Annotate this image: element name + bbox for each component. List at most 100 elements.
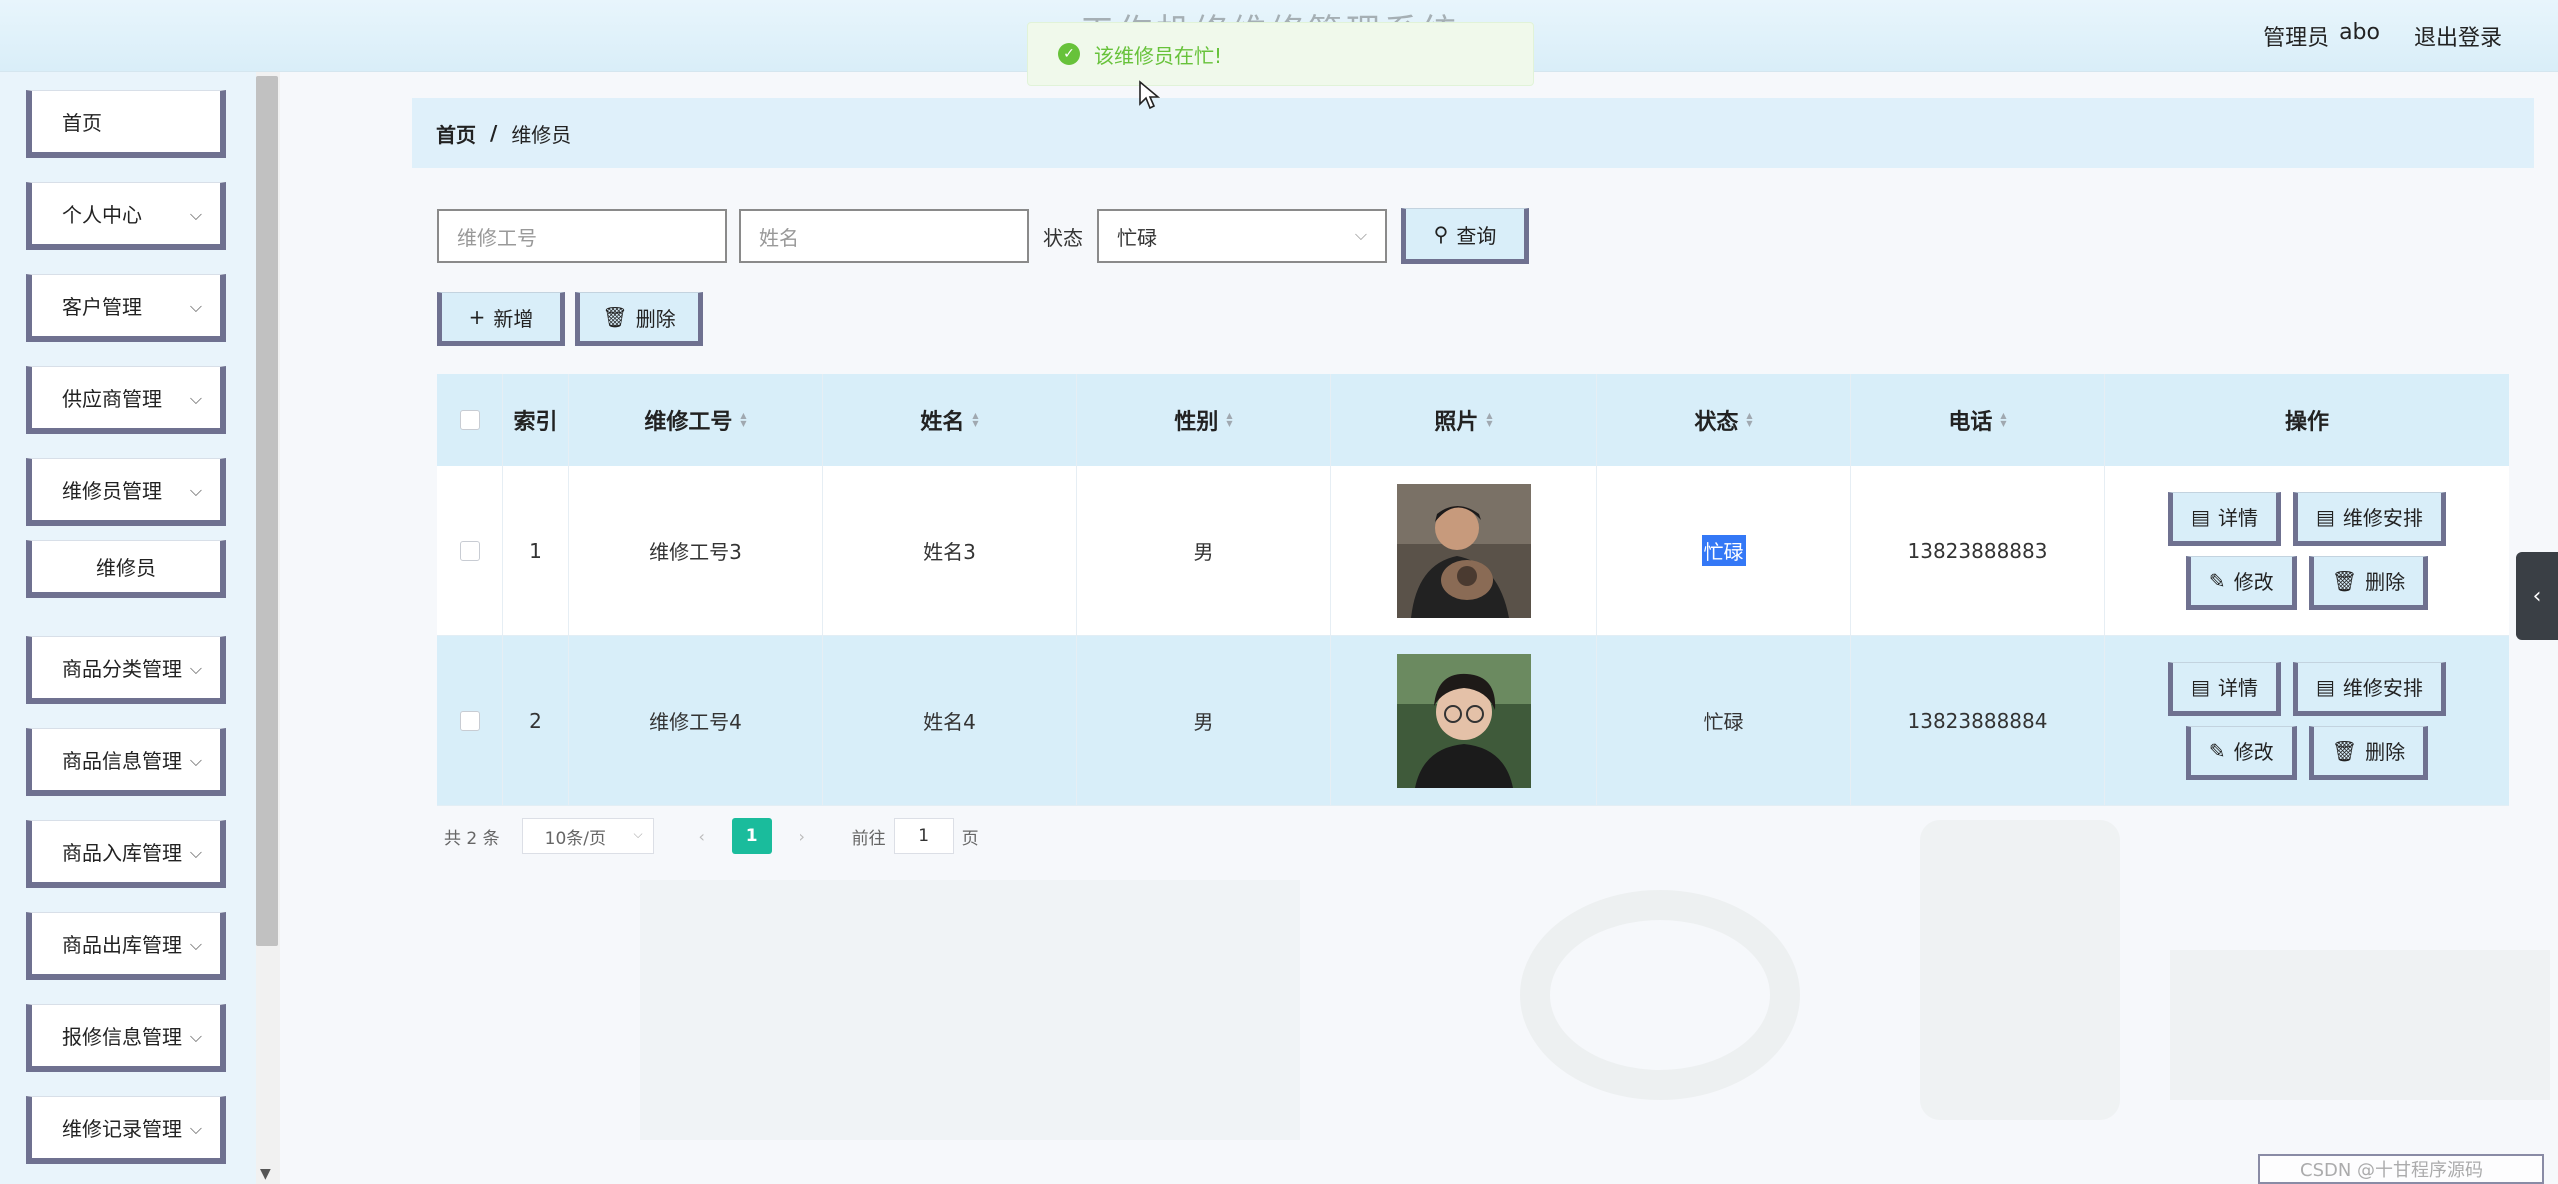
table-row: 2 维修工号4 姓名4 男 忙碌 13823888884 ▤ 详情 ▤ 维修安排 ✎… [437,636,2509,806]
row-actions: ▤ 详情 ▤ 维修安排 ✎ 修改 🗑 删除 [2105,466,2509,635]
document-icon: ▤ [2191,504,2210,529]
status-label: 状态 [1043,225,1083,250]
document-icon: ▤ [2191,674,2210,699]
cell-status: 忙碌 [1597,636,1851,805]
query-button[interactable]: ⚲ 查询 [1401,208,1529,264]
sidebar-item-home[interactable]: 首页 [26,90,226,158]
user-area: 管理员 abo 退出登录 [2263,20,2502,52]
add-button[interactable]: + 新增 [437,292,565,346]
cell-no: 维修工号4 [569,636,823,805]
table-header: 索引 维修工号 ▲ ▼ 姓名 ▲ ▼ 性别 ▲ ▼ 照片 ▲ ▼ 状态 ▲ ▼ 电话 ▲ ▼ 操作 [437,374,2509,466]
name-input[interactable]: 姓名 [739,209,1029,263]
success-icon: ✓ [1058,43,1080,65]
arrange-button[interactable]: ▤ 维修安排 [2293,491,2446,546]
sort-icon[interactable]: ▲ ▼ [2000,412,2006,428]
sidebar-item-customers[interactable]: 客户管理 ⌵ [26,274,226,342]
repairman-photo[interactable] [1396,653,1531,788]
action-bar: + 新增 🗑 删除 [437,292,703,346]
sidebar-item-repairman-mgmt[interactable]: 维修员管理 ⌵ [26,458,226,526]
status-select[interactable]: 忙碌 ⌵ [1097,209,1387,263]
detail-button[interactable]: ▤ 详情 [2168,661,2281,716]
chevron-down-icon: ⌵ [189,1119,202,1138]
plus-icon: + [468,305,486,329]
header-index: 索引 [503,374,569,466]
sidebar-item-suppliers[interactable]: 供应商管理 ⌵ [26,366,226,434]
chevron-down-icon: ⌵ [189,205,202,224]
sidebar-item-stock-in[interactable]: 商品入库管理 ⌵ [26,820,226,888]
background-decoration [1520,890,1800,1100]
user-role: 管理员 [2263,26,2330,51]
background-decoration [1920,820,2120,1120]
sidebar-subitem-repairman[interactable]: 维修员 [26,540,226,598]
header-name[interactable]: 姓名 ▲ ▼ [823,374,1077,466]
page-number-button[interactable]: 1 [731,818,772,854]
chevron-down-icon: ⌵ [1354,225,1367,244]
collapse-panel-button[interactable]: ‹ [2516,552,2558,640]
chevron-down-icon: ⌵ [189,935,202,954]
chevron-down-icon: ⌵ [633,827,643,841]
edit-button[interactable]: ✎ 修改 [2185,555,2297,610]
cell-name: 姓名4 [823,636,1077,805]
header-status[interactable]: 状态 ▲ ▼ [1597,374,1851,466]
header-phone[interactable]: 电话 ▲ ▼ [1851,374,2105,466]
toast-message: ✓ 该维修员在忙! [1027,22,1534,86]
repairman-table: 索引 维修工号 ▲ ▼ 姓名 ▲ ▼ 性别 ▲ ▼ 照片 ▲ ▼ 状态 ▲ ▼ 电话 ▲ ▼ 操作 1 … [437,374,2509,806]
goto-page: 前往 1 页 [852,818,979,854]
cell-sex: 男 [1077,636,1331,805]
page-size-select[interactable]: 10条/页 ⌵ [521,818,654,854]
background-decoration [2170,950,2550,1100]
scroll-down-arrow-icon[interactable]: ▼ [260,1166,271,1182]
select-all-checkbox[interactable] [459,410,480,430]
row-checkbox[interactable] [459,710,480,731]
sort-icon[interactable]: ▲ ▼ [1486,412,1492,428]
repairman-photo[interactable] [1396,483,1531,618]
goto-page-input[interactable]: 1 [893,818,954,854]
delete-button[interactable]: 🗑 删除 [2308,725,2429,780]
sidebar-scroll-thumb[interactable] [256,76,278,946]
detail-button[interactable]: ▤ 详情 [2168,491,2281,546]
header-photo[interactable]: 照片 ▲ ▼ [1331,374,1597,466]
edit-button[interactable]: ✎ 修改 [2185,725,2297,780]
batch-delete-button[interactable]: 🗑 删除 [575,292,703,346]
next-page-button[interactable]: › [784,818,820,854]
cell-index: 1 [503,466,569,635]
sidebar-item-profile[interactable]: 个人中心 ⌵ [26,182,226,250]
pagination: 共 2 条 10条/页 ⌵ ‹ 1 › 前往 1 页 [444,818,979,854]
cell-no: 维修工号3 [569,466,823,635]
document-icon: ▤ [2316,504,2335,529]
chevron-down-icon: ⌵ [189,297,202,316]
breadcrumb-current: 维修员 [511,122,572,147]
sort-icon[interactable]: ▲ ▼ [972,412,978,428]
cell-index: 2 [503,636,569,805]
sidebar-item-category[interactable]: 商品分类管理 ⌵ [26,636,226,704]
breadcrumb-home[interactable]: 首页 [436,119,476,148]
header-no[interactable]: 维修工号 ▲ ▼ [569,374,823,466]
cell-name: 姓名3 [823,466,1077,635]
header-sex[interactable]: 性别 ▲ ▼ [1077,374,1331,466]
toast-text: 该维修员在忙! [1094,43,1223,68]
username: abo [2339,20,2380,45]
cell-phone: 13823888883 [1851,466,2105,635]
chevron-left-icon: ‹ [2532,583,2542,609]
cell-phone: 13823888884 [1851,636,2105,805]
trash-icon: 🗑 [2331,568,2358,593]
pencil-icon: ✎ [2208,738,2226,763]
sidebar-item-repair-records[interactable]: 维修记录管理 ⌵ [26,1096,226,1164]
repair-no-input[interactable]: 维修工号 [437,209,727,263]
logout-link[interactable]: 退出登录 [2414,20,2502,52]
chevron-down-icon: ⌵ [189,389,202,408]
row-checkbox[interactable] [459,540,480,561]
delete-button[interactable]: 🗑 删除 [2308,555,2429,610]
arrange-button[interactable]: ▤ 维修安排 [2293,661,2446,716]
sort-icon[interactable]: ▲ ▼ [740,412,746,428]
sidebar-item-stock-out[interactable]: 商品出库管理 ⌵ [26,912,226,980]
sort-icon[interactable]: ▲ ▼ [1226,412,1232,428]
sort-icon[interactable]: ▲ ▼ [1746,412,1752,428]
sidebar-item-goods[interactable]: 商品信息管理 ⌵ [26,728,226,796]
breadcrumb-separator: / [490,121,498,145]
row-actions: ▤ 详情 ▤ 维修安排 ✎ 修改 🗑 删除 [2105,636,2509,805]
prev-page-button[interactable]: ‹ [684,818,720,854]
table-row: 1 维修工号3 姓名3 男 忙碌 13823888883 ▤ 详情 ▤ 维修安排 ✎… [437,466,2509,636]
sidebar-item-repair-info[interactable]: 报修信息管理 ⌵ [26,1004,226,1072]
chevron-down-icon: ⌵ [189,751,202,770]
